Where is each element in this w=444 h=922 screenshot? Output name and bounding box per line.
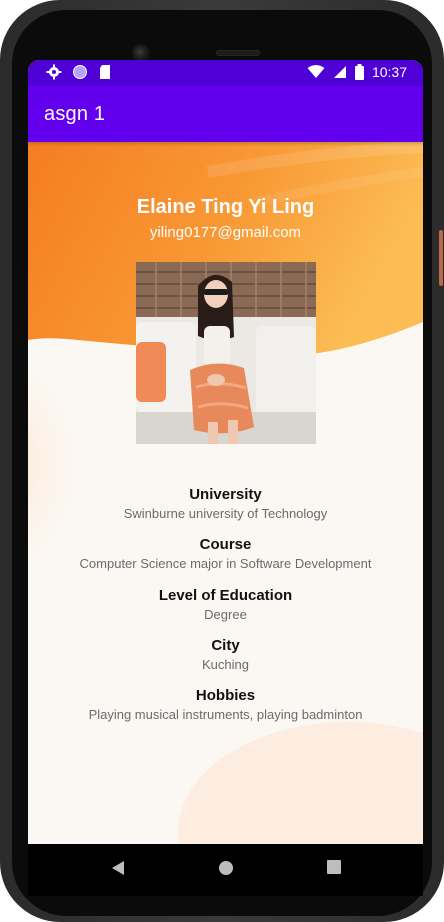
app-title: asgn 1 [44, 103, 106, 125]
profile-content: Elaine Ting Yi Ling yiling0177@gmail.com [28, 142, 423, 844]
info-course: Course Computer Science major in Softwar… [28, 536, 423, 571]
power-button[interactable] [439, 230, 443, 286]
info-level-of-education: Level of Education Degree [28, 587, 423, 622]
info-value: Computer Science major in Software Devel… [79, 556, 372, 571]
info-label: University [189, 486, 262, 503]
app-bar: asgn 1 [28, 86, 423, 142]
status-icons-right: 10:37 [307, 64, 407, 80]
info-value: Swinburne university of Technology [123, 506, 328, 521]
profile-photo-illustration [136, 262, 316, 444]
info-value: Playing musical instruments, playing bad… [88, 707, 363, 722]
screen: 10:37 asgn 1 Elaine Ting Yi Ling yiling0… [28, 60, 423, 896]
navigation-bar [28, 844, 423, 896]
battery-icon [354, 64, 364, 80]
info-label: Level of Education [158, 587, 293, 604]
info-value: Degree [204, 607, 247, 622]
status-time: 10:37 [371, 64, 407, 80]
profile-photo [136, 262, 316, 444]
info-hobbies: Hobbies Playing musical instruments, pla… [28, 687, 423, 722]
recents-icon[interactable] [327, 860, 341, 874]
back-icon[interactable] [111, 860, 125, 876]
status-icons-left [46, 64, 112, 80]
earpiece-speaker [216, 50, 260, 56]
info-label: Course [199, 536, 252, 553]
info-label: Hobbies [195, 687, 256, 704]
info-label: City [211, 637, 240, 654]
gear-icon [46, 64, 62, 80]
sd-card-icon [100, 65, 110, 79]
info-city: City Kuching [28, 637, 423, 672]
wifi-icon [307, 65, 325, 78]
info-value: Kuching [202, 657, 249, 672]
info-university: University Swinburne university of Techn… [28, 486, 423, 521]
cell-signal-icon [333, 66, 346, 78]
profile-email: yiling0177@gmail.com [149, 224, 302, 241]
phone-frame: 10:37 asgn 1 Elaine Ting Yi Ling yiling0… [0, 0, 444, 922]
home-icon[interactable] [218, 860, 234, 876]
profile-name: Elaine Ting Yi Ling [136, 196, 315, 218]
circle-icon [73, 65, 87, 79]
status-bar: 10:37 [28, 60, 423, 86]
